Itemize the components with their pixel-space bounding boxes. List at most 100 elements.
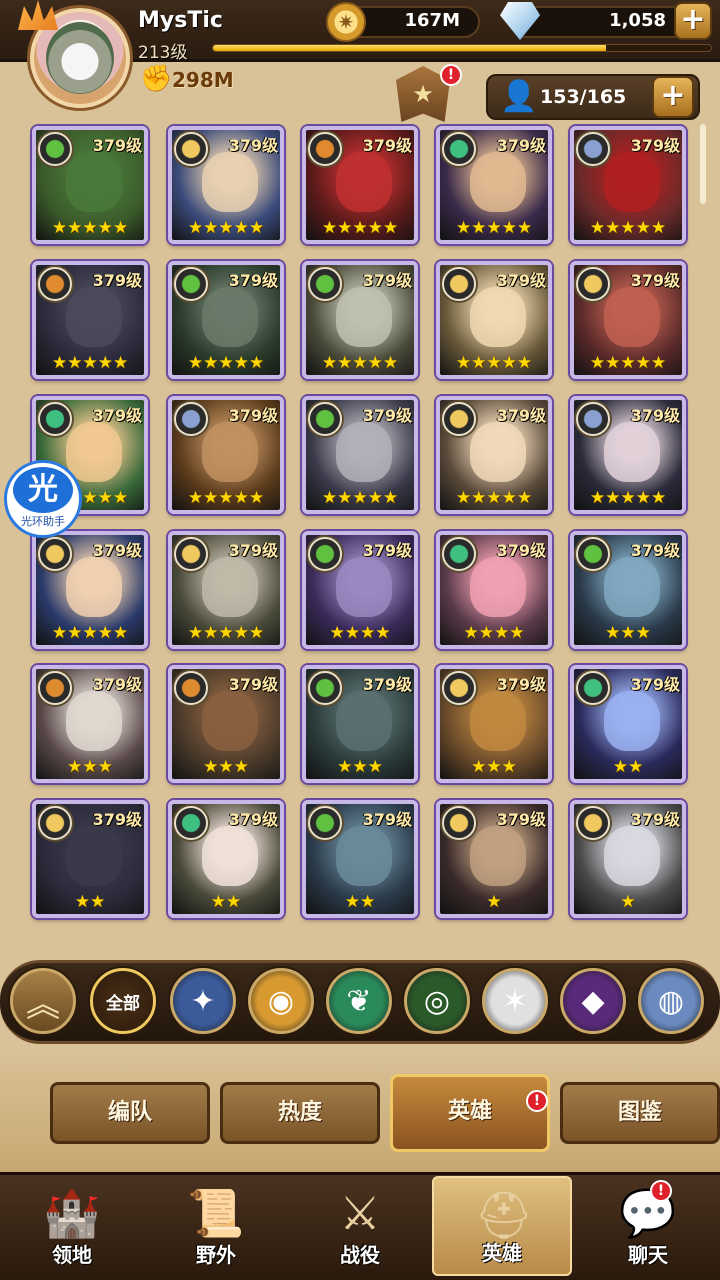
celestial-icon[interactable]: ✶ (482, 968, 548, 1034)
aura-helper-button[interactable]: 光 光环助手 (4, 460, 82, 538)
tab-2[interactable]: 英雄 (390, 1074, 550, 1152)
hero-figure (470, 691, 526, 751)
hero-level: 379级 (630, 541, 680, 560)
nav-helmet[interactable]: ⛑ 英雄 (432, 1176, 572, 1276)
hero-card[interactable]: 379级 ★★ (570, 665, 686, 783)
hero-card[interactable]: 379级 ★★★★★ (570, 261, 686, 379)
hero-card[interactable]: 379级 ★★★ (32, 665, 148, 783)
hero-card[interactable]: 379级 ★★★★★ (32, 126, 148, 244)
hero-stars: ★★★★★ (321, 488, 399, 508)
hero-level: 379级 (630, 406, 680, 425)
hero-stars: ★★★★★ (187, 218, 265, 238)
mauler-icon[interactable]: ◉ (248, 968, 314, 1034)
tab-1[interactable]: 热度 (220, 1082, 380, 1144)
hero-stars: ★★ (344, 892, 376, 912)
graveborn-icon (308, 671, 342, 705)
mauler-icon (38, 671, 72, 705)
hero-card[interactable]: 379级 ★★★★★ (168, 126, 284, 244)
hero-level: 379级 (496, 810, 546, 829)
xp-bar (212, 44, 712, 52)
hero-level: 379级 (92, 136, 142, 155)
lightbearer-icon[interactable]: ✦ (170, 968, 236, 1034)
buy-gems-button[interactable]: + (674, 2, 712, 40)
hero-card[interactable]: 379级 ★★★★★ (302, 261, 418, 379)
hero-stars: ★★ (210, 892, 242, 912)
hero-card[interactable]: 379级 ★★★ (302, 665, 418, 783)
expand-roster-button[interactable]: + (652, 76, 694, 118)
hero-card[interactable]: 379级 ★★★★★ (570, 126, 686, 244)
hero-card[interactable]: 379级 ★★★★★ (168, 261, 284, 379)
hero-card[interactable]: 379级 ★★ (168, 800, 284, 918)
hero-level: 379级 (630, 675, 680, 694)
hero-card[interactable]: 379级 ★★★★★ (32, 261, 148, 379)
tab-3[interactable]: 图鉴 (560, 1082, 720, 1144)
hero-card[interactable]: 379级 ★★★★★ (570, 396, 686, 514)
hero-figure (604, 557, 660, 617)
person-icon: 👤 (500, 79, 538, 114)
fist-power-icon: ✊ (140, 64, 173, 94)
hero-level: 379级 (228, 541, 278, 560)
crossed-swords-icon: ⚔ (339, 1186, 381, 1240)
hero-figure (202, 152, 258, 212)
hero-figure (336, 557, 392, 617)
hero-card[interactable]: 379级 ★★★★★ (168, 396, 284, 514)
hero-card[interactable]: 379级 ★★★★★ (32, 531, 148, 649)
hero-stars: ★★★★★ (589, 218, 667, 238)
hero-card[interactable]: 379级 ★★ (302, 800, 418, 918)
tab-0[interactable]: 编队 (50, 1082, 210, 1144)
hero-card[interactable]: 379级 ★★★★★ (436, 261, 552, 379)
hero-figure (470, 826, 526, 886)
hero-card[interactable]: 379级 ★★★★★ (436, 396, 552, 514)
hero-stars: ★★★★★ (455, 218, 533, 238)
hero-level: 379级 (496, 406, 546, 425)
gold-value: 167M (404, 10, 461, 31)
filter-all-button[interactable]: 全部 (90, 968, 156, 1034)
lightbearer-icon (576, 806, 610, 840)
mauler-icon (38, 267, 72, 301)
hypogean-icon[interactable]: ◆ (560, 968, 626, 1034)
player-avatar[interactable] (18, 0, 138, 112)
mauler-icon (174, 671, 208, 705)
hero-figure (202, 691, 258, 751)
grid-scrollbar[interactable] (700, 124, 706, 204)
dimensional-icon[interactable]: ◍ (638, 968, 704, 1034)
hero-card[interactable]: 379级 ★★★ (168, 665, 284, 783)
hero-card[interactable]: 379级 ★★★★ (302, 531, 418, 649)
hero-stars: ★★★★★ (187, 353, 265, 373)
hero-card[interactable]: 379级 ★★★ (570, 531, 686, 649)
dimensional-icon (174, 402, 208, 436)
hero-card[interactable]: 379级 ★★★★★ (168, 531, 284, 649)
hero-figure (336, 691, 392, 751)
hero-card[interactable]: 379级 ★★★★★ (302, 126, 418, 244)
faction-glyph: ◆ (581, 983, 605, 1019)
lightbearer-icon (38, 806, 72, 840)
wilder-icon[interactable]: ❦ (326, 968, 392, 1034)
graveborn-icon[interactable]: ◎ (404, 968, 470, 1034)
faction-glyph: ❦ (346, 983, 372, 1019)
hero-stars: ★★ (612, 757, 644, 777)
nav-chat-bubble[interactable]: 💬 聊天 (578, 1176, 718, 1276)
hero-stars: ★★★★ (463, 623, 525, 643)
double-chevron-up-icon[interactable]: ︽ (10, 968, 76, 1034)
nav-castle[interactable]: 🏰 领地 (2, 1176, 142, 1276)
hero-card[interactable]: 379级 ★ (436, 800, 552, 918)
nav-label: 英雄 (482, 1241, 522, 1265)
hero-card[interactable]: 379级 ★★★ (436, 665, 552, 783)
hero-card[interactable]: 379级 ★ (570, 800, 686, 918)
nav-map-scroll[interactable]: 📜 野外 (146, 1176, 286, 1276)
hero-level: 379级 (362, 271, 412, 290)
player-name: MysTic (138, 8, 223, 33)
hero-card[interactable]: 379级 ★★★★★ (436, 126, 552, 244)
nav-crossed-swords[interactable]: ⚔ 战役 (290, 1176, 430, 1276)
hero-stars: ★★★★★ (187, 488, 265, 508)
hero-figure (202, 557, 258, 617)
hero-figure (66, 287, 122, 347)
hero-figure (66, 691, 122, 751)
hero-card[interactable]: 379级 ★★★★★ (302, 396, 418, 514)
hero-grid: 379级 ★★★★★ 379级 ★★★★★ 379级 ★★★★★ 379级 ★★★★★ 379级… (20, 120, 700, 940)
hero-stars: ★★★ (471, 757, 517, 777)
hero-stars: ★★★ (337, 757, 383, 777)
hero-card[interactable]: 379级 ★★ (32, 800, 148, 918)
avatar-photo (46, 22, 114, 94)
hero-card[interactable]: 379级 ★★★★ (436, 531, 552, 649)
